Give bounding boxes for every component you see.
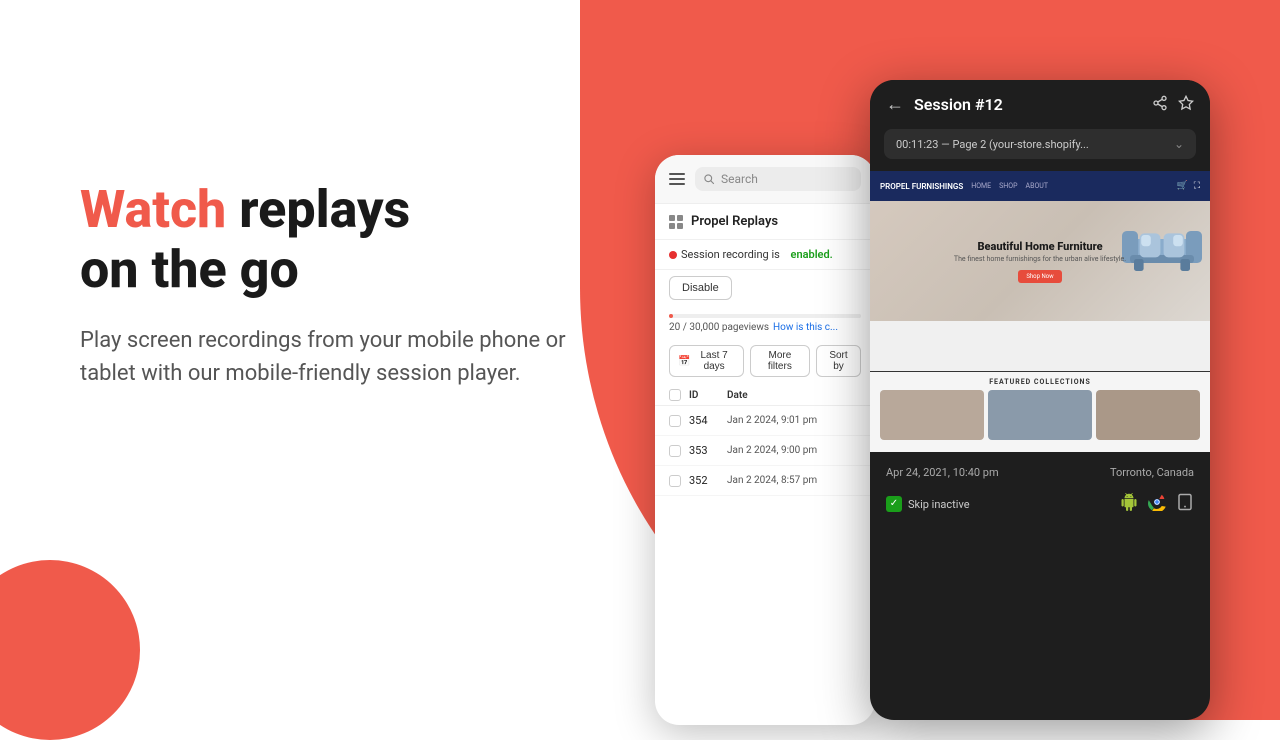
headline: Watch replayson the go [80, 180, 620, 300]
platform-icons [1120, 493, 1194, 515]
featured-item-2 [988, 390, 1092, 440]
app-row: Propel Replays [655, 204, 875, 240]
player-controls: ✓ Skip inactive [886, 493, 1194, 515]
hero-cta-button[interactable]: Shop Now [1018, 270, 1061, 283]
checkmark-icon: ✓ [890, 499, 898, 509]
row-checkbox[interactable] [669, 445, 681, 457]
progress-bar-fill [669, 314, 673, 318]
sort-by-button[interactable]: Sort by [816, 345, 861, 377]
search-text: Search [721, 172, 758, 186]
phone-right-mockup: ← Session #12 00:11:23 — Page 2 (your-st… [870, 80, 1210, 720]
skip-inactive-checkbox[interactable]: ✓ [886, 496, 902, 512]
status-dot [669, 251, 677, 259]
disable-button[interactable]: Disable [669, 276, 732, 300]
headline-watch: Watch [80, 179, 226, 240]
progress-value: 20 / 30,000 pageviews [669, 322, 769, 333]
session-location: Torronto, Canada [1110, 466, 1194, 479]
search-bar[interactable]: Search [695, 167, 861, 191]
hero-area: Beautiful Home Furniture The finest home… [870, 201, 1210, 321]
row-checkbox[interactable] [669, 415, 681, 427]
back-icon[interactable]: ← [886, 94, 904, 115]
table-row[interactable]: 354 Jan 2 2024, 9:01 pm [655, 406, 875, 436]
hero-text-overlay: Beautiful Home Furniture The finest home… [954, 240, 1126, 283]
calendar-icon: 📅 [678, 356, 690, 367]
bg-coral-bottom [0, 560, 140, 740]
session-status-label: Session recording is [681, 248, 780, 261]
hamburger-icon[interactable] [669, 173, 685, 185]
skip-inactive-row: ✓ Skip inactive [886, 496, 970, 512]
row-date: Jan 2 2024, 8:57 pm [727, 475, 817, 486]
session-status-bar: Session recording is enabled. [655, 240, 875, 270]
subtext: Play screen recordings from your mobile … [80, 324, 620, 390]
star-icon[interactable] [1178, 95, 1194, 115]
session-meta: Apr 24, 2021, 10:40 pm Torronto, Canada [886, 466, 1194, 479]
cart-icon: 🛒 [1176, 181, 1187, 191]
player-screenshot: PROPEL FURNISHINGS HOME SHOP ABOUT 🛒 ⛶ B… [870, 171, 1210, 371]
store-nav-bar: PROPEL FURNISHINGS HOME SHOP ABOUT 🛒 ⛶ [870, 171, 1210, 201]
session-title: Session #12 [914, 95, 1142, 114]
url-chevron-icon: ⌄ [1174, 137, 1184, 151]
player-footer: Apr 24, 2021, 10:40 pm Torronto, Canada … [870, 452, 1210, 529]
player-header: ← Session #12 [870, 80, 1210, 129]
url-bar[interactable]: 00:11:23 — Page 2 (your-store.shopify...… [884, 129, 1196, 159]
progress-bar-bg [669, 314, 861, 318]
tablet-icon [1176, 493, 1194, 515]
progress-area: 20 / 30,000 pageviews How is this c... [655, 306, 875, 337]
filter-last7-button[interactable]: 📅 Last 7 days [669, 345, 744, 377]
store-icons: 🛒 ⛶ [1176, 181, 1200, 191]
more-filters-button[interactable]: More filters [750, 345, 810, 377]
couch-illustration [1122, 211, 1202, 301]
phone-left-mockup: Search Propel Replays Session recording … [655, 155, 875, 725]
session-status-value: enabled. [791, 248, 833, 261]
featured-section: FEATURED COLLECTIONS [870, 372, 1210, 452]
search-icon [703, 173, 715, 185]
col-id-header: ID [689, 390, 719, 401]
android-icon [1120, 493, 1138, 515]
expand-icon: ⛶ [1194, 181, 1200, 191]
session-date: Apr 24, 2021, 10:40 pm [886, 466, 999, 479]
featured-item-1 [880, 390, 984, 440]
app-name: Propel Replays [691, 214, 778, 229]
row-date: Jan 2 2024, 9:01 pm [727, 415, 817, 426]
progress-text: 20 / 30,000 pageviews How is this c... [669, 322, 861, 333]
header-checkbox[interactable] [669, 389, 681, 401]
row-id: 352 [689, 474, 719, 487]
row-id: 353 [689, 444, 719, 457]
hero-sub: The finest home furnishings for the urba… [954, 255, 1126, 263]
share-icon[interactable] [1152, 95, 1168, 115]
row-checkbox[interactable] [669, 475, 681, 487]
store-nav-links: HOME SHOP ABOUT [971, 182, 1048, 190]
progress-link[interactable]: How is this c... [773, 322, 838, 333]
store-brand: PROPEL FURNISHINGS [880, 182, 963, 191]
col-date-header: Date [727, 390, 748, 401]
filters-row: 📅 Last 7 days More filters Sort by [655, 337, 875, 385]
featured-title: FEATURED COLLECTIONS [880, 378, 1200, 386]
hero-title: Beautiful Home Furniture [954, 240, 1126, 253]
skip-inactive-label: Skip inactive [908, 498, 970, 511]
table-header: ID Date [655, 385, 875, 406]
url-text: 00:11:23 — Page 2 (your-store.shopify... [896, 138, 1089, 151]
nav-link: HOME [971, 182, 991, 190]
row-id: 354 [689, 414, 719, 427]
nav-link: ABOUT [1026, 182, 1048, 190]
featured-grid [880, 390, 1200, 440]
nav-link: SHOP [999, 182, 1017, 190]
phone-left-header: Search [655, 155, 875, 204]
app-grid-icon [669, 215, 683, 229]
table-row[interactable]: 353 Jan 2 2024, 9:00 pm [655, 436, 875, 466]
table-row[interactable]: 352 Jan 2 2024, 8:57 pm [655, 466, 875, 496]
featured-item-3 [1096, 390, 1200, 440]
left-content: Watch replayson the go Play screen recor… [80, 180, 620, 390]
chrome-icon [1148, 493, 1166, 515]
row-date: Jan 2 2024, 9:00 pm [727, 445, 817, 456]
